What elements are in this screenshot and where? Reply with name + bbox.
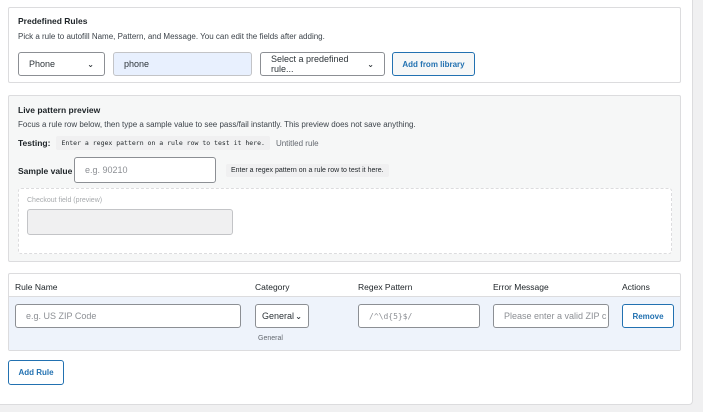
predefined-rule-select-value: Select a predefined rule...: [271, 54, 349, 74]
live-preview-hint: Focus a rule row below, then type a samp…: [18, 120, 416, 129]
remove-button[interactable]: Remove: [622, 304, 674, 328]
predefined-rules-hint: Pick a rule to autofill Name, Pattern, a…: [18, 32, 325, 41]
error-message-input[interactable]: Please enter a valid ZIP c: [493, 304, 609, 328]
live-preview-title: Live pattern preview: [18, 105, 101, 115]
rule-category-value: General: [262, 311, 295, 321]
sample-status: Enter a regex pattern on a rule row to t…: [226, 164, 389, 177]
chevron-down-icon: ⌄: [367, 59, 374, 69]
add-rule-button[interactable]: Add Rule: [8, 360, 64, 385]
regex-pattern-input[interactable]: /^\d{5}$/: [358, 304, 480, 328]
rule-category-caption: General: [258, 335, 283, 342]
header-rule-name: Rule Name: [15, 282, 58, 292]
category-value-input[interactable]: phone: [113, 52, 252, 76]
header-actions: Actions: [622, 282, 650, 292]
sample-value-input[interactable]: e.g. 90210: [74, 157, 216, 183]
predefined-rules-box: Predefined Rules Pick a rule to autofill…: [8, 7, 681, 83]
checkout-field-input: [27, 209, 233, 235]
checkout-field-label: Checkout field (preview): [27, 197, 103, 204]
rule-category-select[interactable]: General ⌄: [255, 304, 309, 328]
header-error-message: Error Message: [493, 282, 549, 292]
predefined-rules-title: Predefined Rules: [18, 16, 88, 26]
rule-name-input[interactable]: e.g. US ZIP Code: [15, 304, 241, 328]
predefined-rule-select[interactable]: Select a predefined rule... ⌄: [260, 52, 385, 76]
testing-line: Testing: Enter a regex pattern on a rule…: [18, 136, 319, 150]
header-regex-pattern: Regex Pattern: [358, 282, 413, 292]
chevron-down-icon: ⌄: [295, 311, 302, 321]
testing-rule-name: Untitled rule: [275, 138, 319, 148]
sample-value-label: Sample value: [18, 166, 73, 176]
checkout-preview-area: Checkout field (preview): [18, 188, 672, 254]
category-select-value: Phone: [29, 59, 56, 69]
category-select[interactable]: Phone ⌄: [18, 52, 105, 76]
add-from-library-button[interactable]: Add from library: [392, 52, 475, 76]
settings-panel: Predefined Rules Pick a rule to autofill…: [0, 0, 693, 405]
live-preview-box: Live pattern preview Focus a rule row be…: [8, 95, 681, 262]
chevron-down-icon: ⌄: [87, 59, 94, 69]
testing-label: Testing:: [18, 138, 51, 148]
header-category: Category: [255, 282, 290, 292]
testing-code: Enter a regex pattern on a rule row to t…: [56, 136, 270, 150]
